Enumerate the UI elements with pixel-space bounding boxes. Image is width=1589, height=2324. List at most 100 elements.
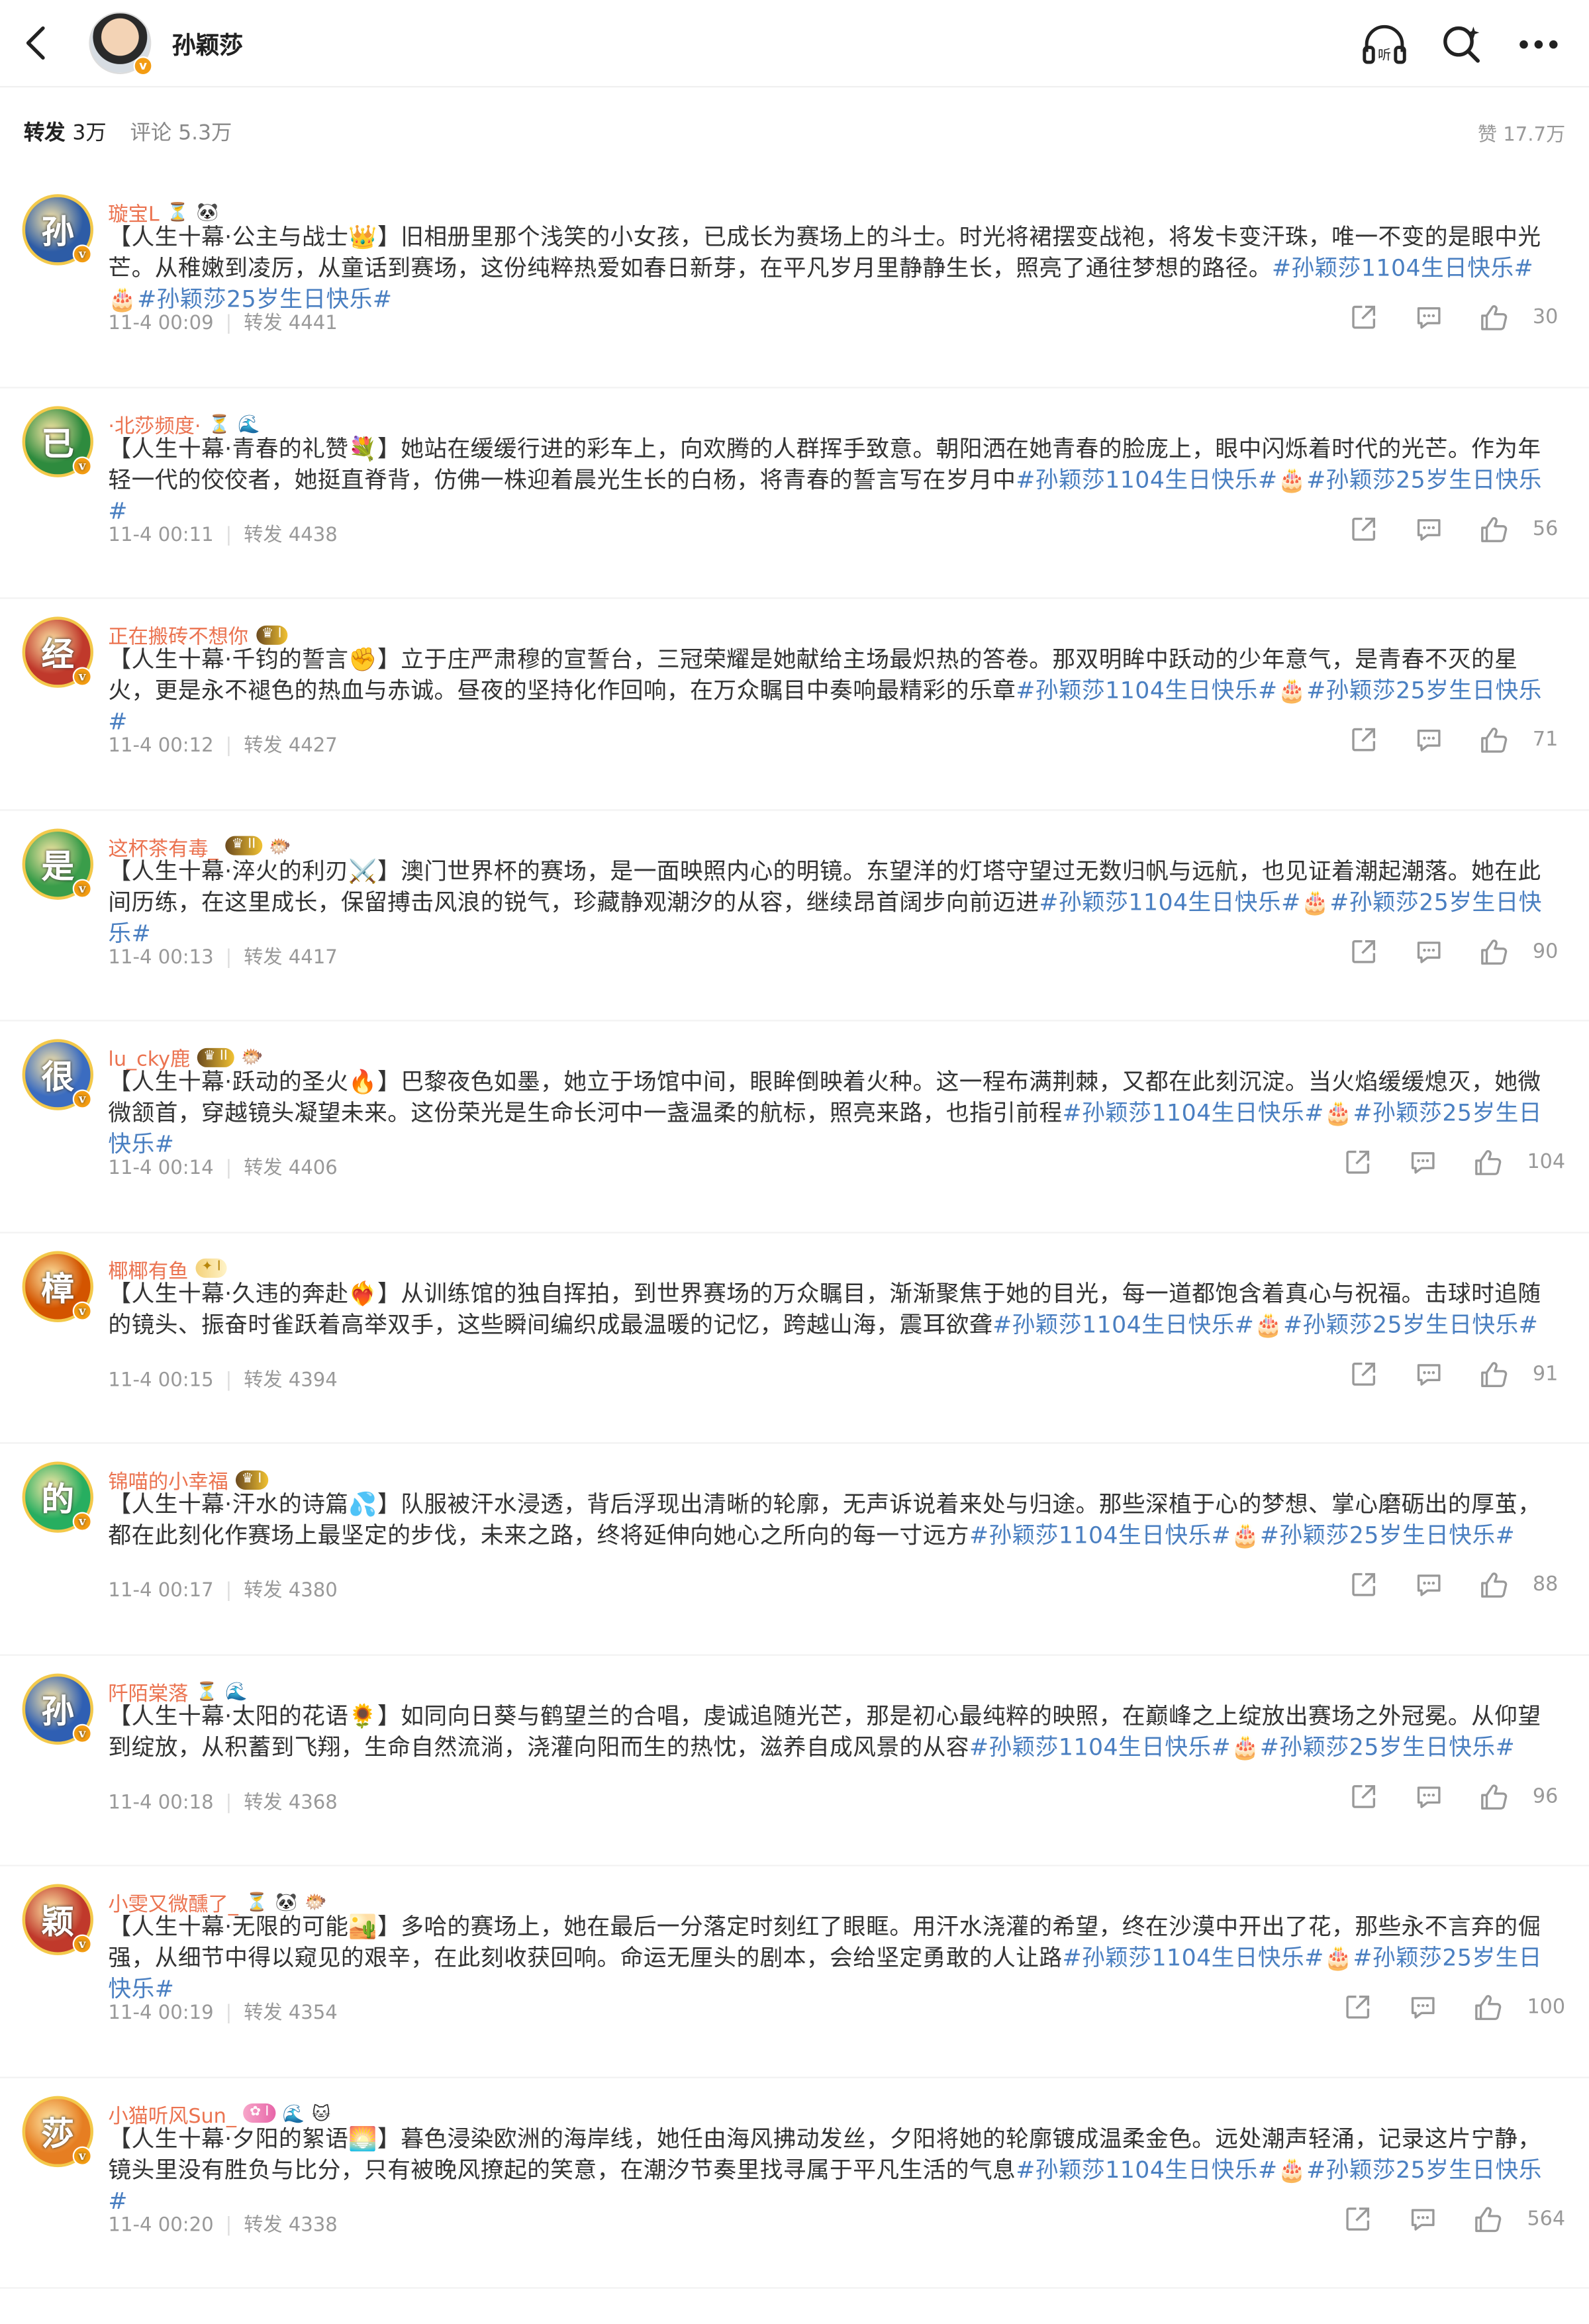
share-button[interactable] xyxy=(1331,1569,1396,1601)
verified-badge-icon: v xyxy=(72,1300,92,1320)
action-bar: 30 xyxy=(1331,301,1565,333)
hashtag-link[interactable]: #孙颖莎25岁生日快乐# xyxy=(1260,1522,1515,1549)
share-icon xyxy=(1352,1361,1376,1385)
like-button[interactable] xyxy=(1461,724,1527,756)
like-button[interactable] xyxy=(1456,1991,1521,2023)
comment-button[interactable] xyxy=(1396,301,1462,333)
hashtag-link[interactable]: #孙颖莎1104生日快乐# xyxy=(969,1733,1231,1760)
back-button[interactable] xyxy=(0,0,71,86)
timestamp: 11-4 00:17 xyxy=(108,1580,214,1603)
repost-count: 转发 4438 xyxy=(244,524,338,546)
comment-button[interactable] xyxy=(1396,1357,1462,1390)
avatar[interactable]: 很v xyxy=(22,1039,94,1110)
verified-badge-icon: v xyxy=(133,56,153,76)
like-button[interactable] xyxy=(1461,1569,1527,1601)
comment-icon xyxy=(1417,1574,1441,1596)
avatar[interactable]: 孙v xyxy=(22,194,94,266)
share-button[interactable] xyxy=(1325,1146,1391,1179)
listen-button[interactable]: 听 xyxy=(1361,21,1408,68)
hashtag-link[interactable]: #孙颖莎1104生日快乐# xyxy=(1063,1945,1324,1971)
action-bar: 56 xyxy=(1331,512,1565,545)
share-button[interactable] xyxy=(1325,2202,1391,2235)
tab-comment[interactable]: 评论 5.3万 xyxy=(130,117,232,147)
share-icon xyxy=(1352,1573,1376,1596)
comment-button[interactable] xyxy=(1396,724,1462,756)
comment-text: 【人生十幕·久违的奔赴❤️‍🔥】从训练馆的独自挥拍，到世界赛场的万众瞩目，渐渐聚… xyxy=(108,1279,1561,1341)
comment-button[interactable] xyxy=(1396,935,1462,967)
panda-icon: 🐼 xyxy=(196,201,219,222)
timestamp: 11-4 00:13 xyxy=(108,946,214,969)
hashtag-link[interactable]: #孙颖莎25岁生日快乐# xyxy=(1283,1311,1538,1337)
action-bar: 96 xyxy=(1331,1780,1565,1812)
share-icon xyxy=(1346,1995,1370,2019)
hashtag-link[interactable]: #孙颖莎1104生日快乐# xyxy=(1016,466,1277,493)
thumbs-up-icon xyxy=(1481,938,1508,964)
comment-button[interactable] xyxy=(1390,1146,1456,1179)
list-item: 孙 v 阡陌棠落 ⏳ 🌊 【人生十幕·太阳的花语🌻】如同向日葵与鹤望兰的合唱，虔诚追随光芒… xyxy=(0,1655,1589,1866)
hashtag-link[interactable]: #孙颖莎1104生日快乐# xyxy=(1039,889,1300,915)
cake-icon: 🎂 xyxy=(1300,889,1330,916)
like-button[interactable] xyxy=(1461,935,1527,967)
thumbs-up-icon xyxy=(1475,1150,1502,1175)
top-bar: v 孙颖莎 听 xyxy=(0,0,1589,88)
crown-medal-1: ♛ I xyxy=(235,1469,268,1489)
hashtag-link[interactable]: #孙颖莎1104生日快乐# xyxy=(1272,255,1533,281)
verified-badge-icon: v xyxy=(72,1512,92,1531)
avatar[interactable]: 莎v xyxy=(22,2095,94,2167)
more-dots-icon xyxy=(1519,40,1558,49)
page-title: 孙颖莎 xyxy=(171,31,244,60)
avatar-character: 莎 xyxy=(41,2114,74,2153)
avatar[interactable]: 是v xyxy=(22,828,94,899)
avatar[interactable]: 孙v xyxy=(22,1672,94,1744)
cake-icon: 🎂 xyxy=(1324,1100,1353,1127)
hashtag-link[interactable]: #孙颖莎1104生日快乐# xyxy=(1063,1100,1324,1126)
fish-icon: 🐡 xyxy=(269,835,291,856)
action-bar: 90 xyxy=(1331,935,1565,967)
hourglass-icon: ⏳ xyxy=(208,412,231,434)
search-button[interactable] xyxy=(1438,21,1486,68)
like-count: 96 xyxy=(1532,1784,1559,1808)
avatar[interactable]: 颖v xyxy=(22,1884,94,1955)
comment-button[interactable] xyxy=(1396,1780,1462,1812)
share-button[interactable] xyxy=(1325,1991,1391,2023)
comment-button[interactable] xyxy=(1396,1569,1462,1601)
like-button[interactable] xyxy=(1461,1780,1527,1812)
hashtag-link[interactable]: #孙颖莎1104生日快乐# xyxy=(992,1311,1254,1337)
hashtag-link[interactable]: #孙颖莎1104生日快乐# xyxy=(969,1522,1231,1549)
share-button[interactable] xyxy=(1331,1357,1396,1390)
comment-button[interactable] xyxy=(1390,2202,1456,2235)
like-button[interactable] xyxy=(1461,1357,1527,1390)
avatar[interactable]: 经v xyxy=(22,616,94,688)
tab-likes[interactable]: 赞 17.7万 xyxy=(1478,118,1565,146)
hashtag-link[interactable]: #孙颖莎1104生日快乐# xyxy=(1016,2156,1277,2182)
hashtag-link[interactable]: #孙颖莎1104生日快乐# xyxy=(1016,677,1277,704)
tab-repost[interactable]: 转发 3万 xyxy=(24,117,107,147)
share-button[interactable] xyxy=(1331,1780,1396,1812)
share-icon xyxy=(1352,939,1376,963)
avatar[interactable]: 樟v xyxy=(22,1250,94,1322)
comment-button[interactable] xyxy=(1390,1991,1456,2023)
like-button[interactable] xyxy=(1461,301,1527,333)
more-button[interactable] xyxy=(1515,21,1563,68)
share-button[interactable] xyxy=(1331,512,1396,545)
comment-icon xyxy=(1412,2208,1435,2230)
hashtag-link[interactable]: #孙颖莎25岁生日快乐# xyxy=(1260,1733,1515,1760)
timestamp: 11-4 00:15 xyxy=(108,1369,214,1392)
comment-meta: 11-4 00:17 | 转发 4380 xyxy=(108,1574,337,1603)
comment-button[interactable] xyxy=(1396,512,1462,545)
avatar-character: 的 xyxy=(41,1480,74,1520)
share-button[interactable] xyxy=(1331,935,1396,967)
verified-badge-icon: v xyxy=(72,2145,92,2165)
avatar[interactable]: v xyxy=(89,11,153,76)
avatar-character: 樟 xyxy=(41,1269,74,1308)
share-button[interactable] xyxy=(1331,301,1396,333)
divider: | xyxy=(225,1157,232,1181)
like-button[interactable] xyxy=(1456,1146,1521,1179)
list-item: 很 v lu_cky鹿 ♛ II 🐡 【人生十幕·跃动的圣火🔥】巴黎夜色如墨，她立于场馆中… xyxy=(0,1022,1589,1233)
like-button[interactable] xyxy=(1456,2202,1521,2235)
like-button[interactable] xyxy=(1461,512,1527,545)
avatar-character: 经 xyxy=(41,636,74,675)
avatar[interactable]: 已v xyxy=(22,405,94,477)
avatar[interactable]: 的v xyxy=(22,1461,94,1533)
share-button[interactable] xyxy=(1331,724,1396,756)
